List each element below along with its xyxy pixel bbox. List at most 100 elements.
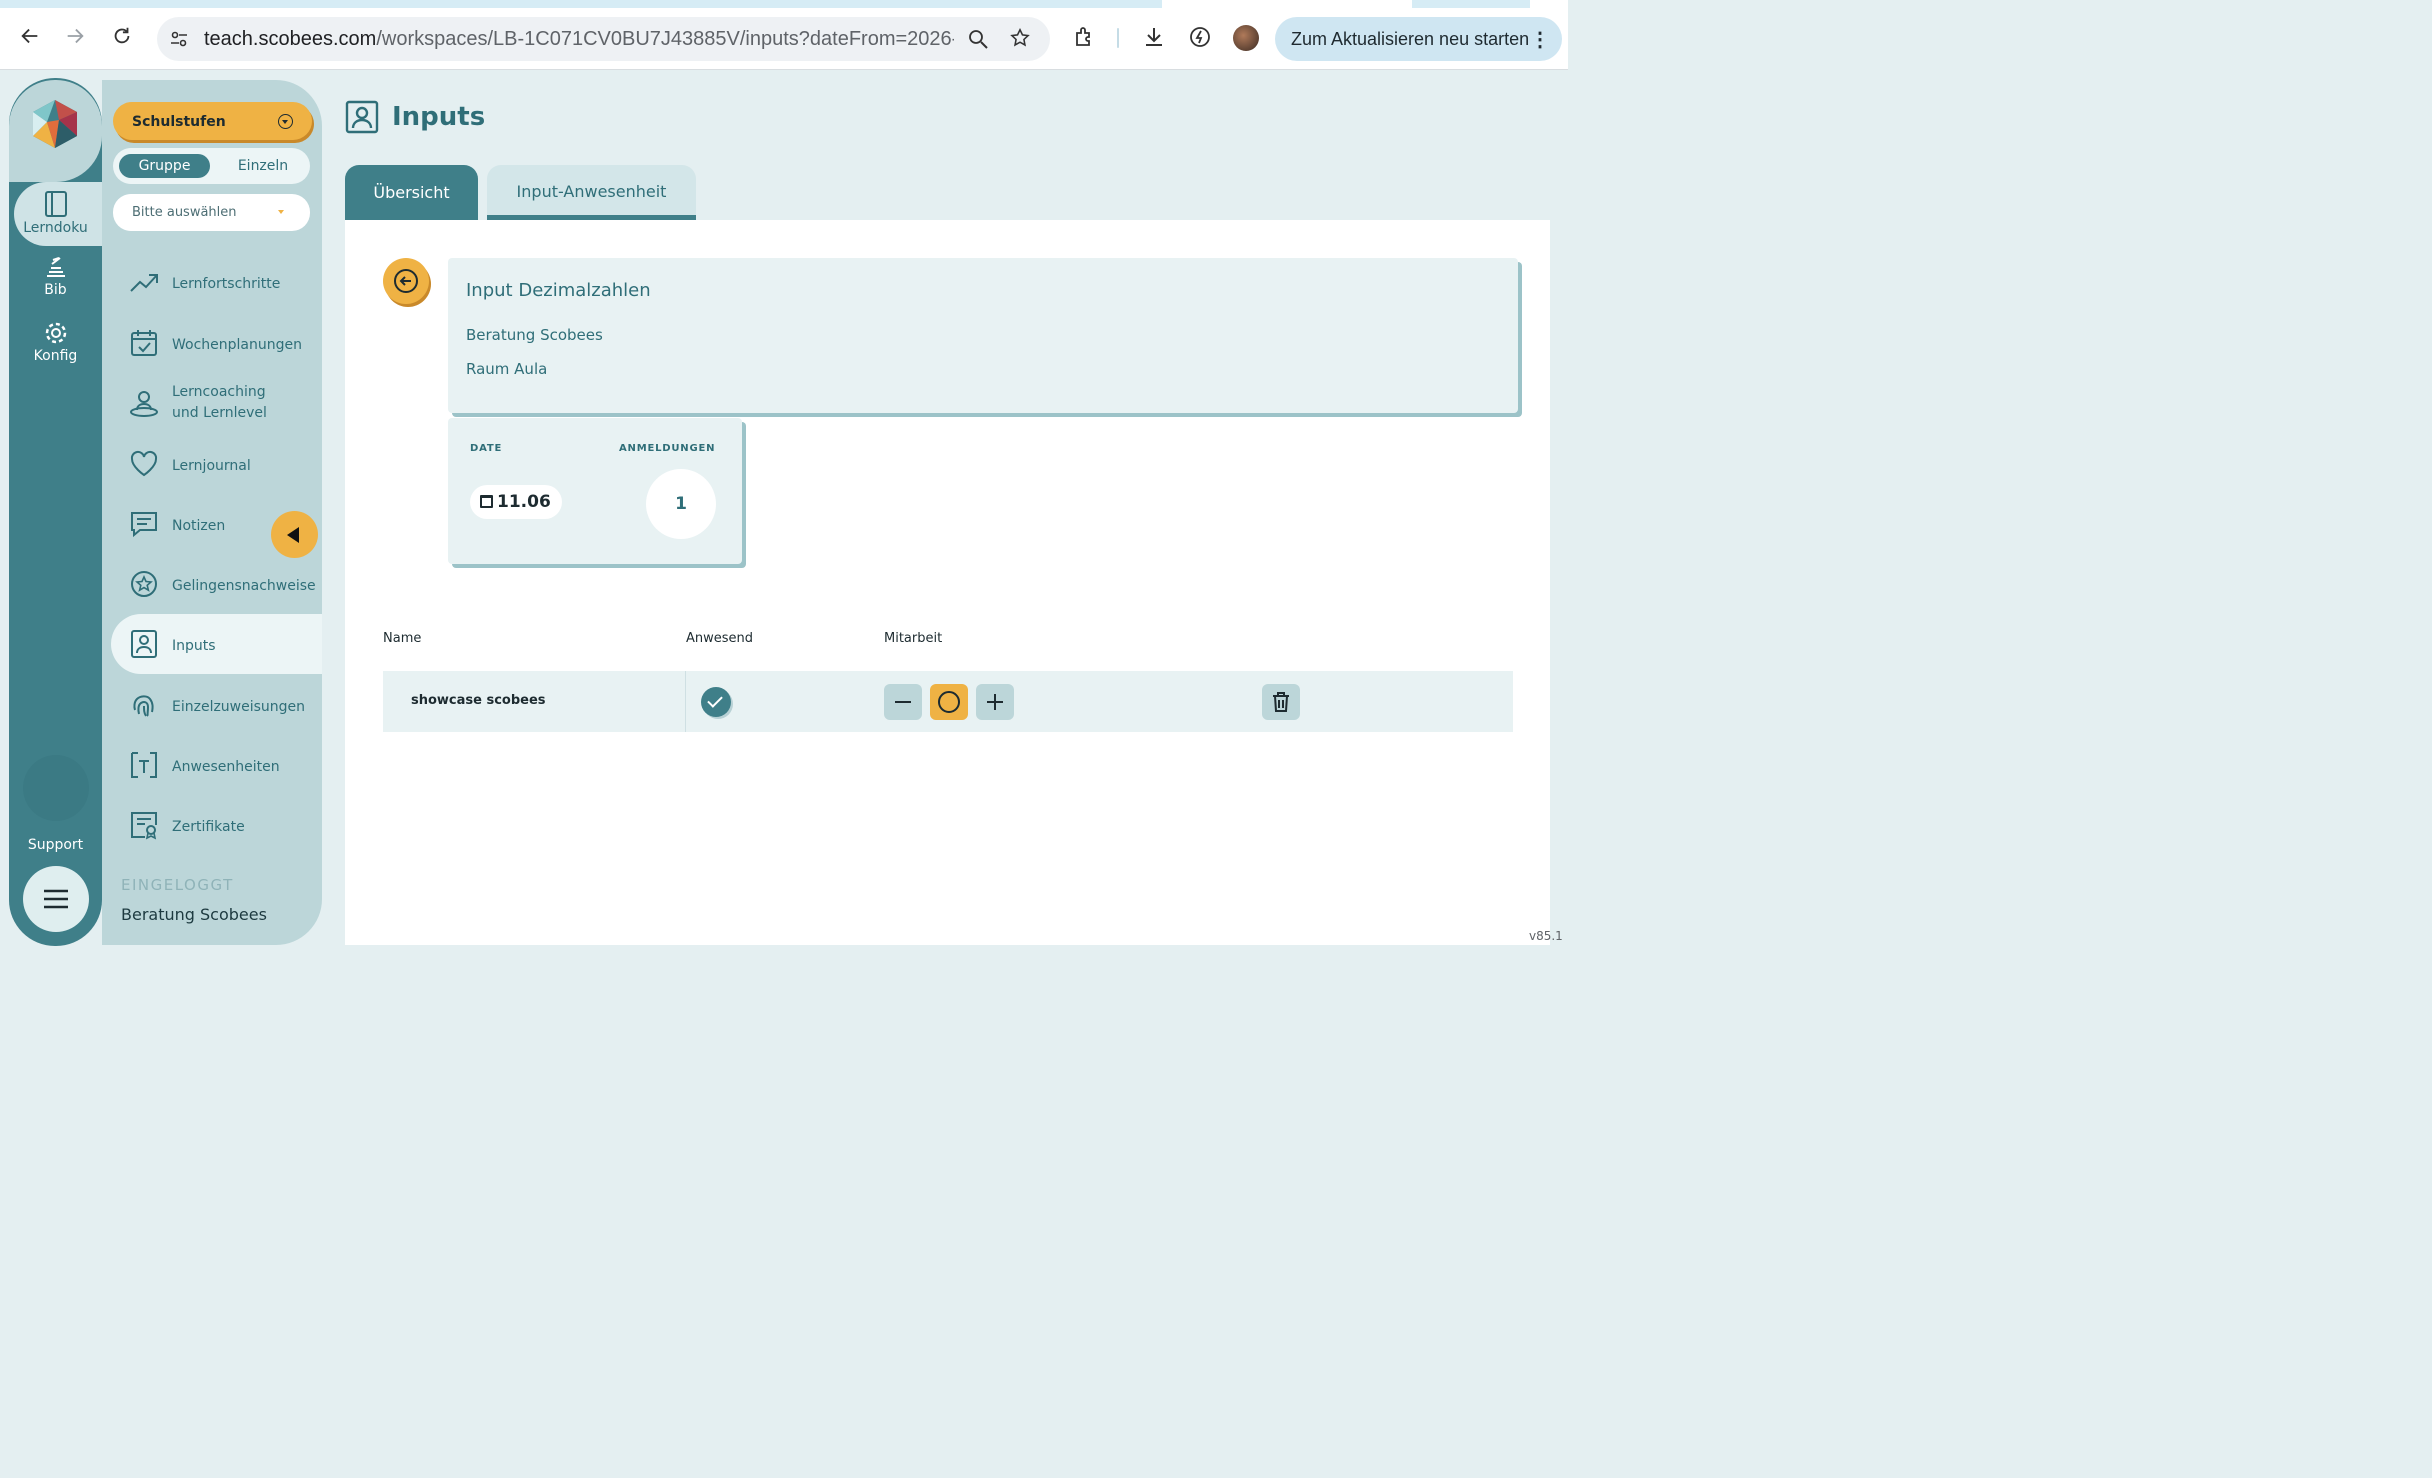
sidebar-item-label: Zertifikate [172, 819, 245, 835]
toggle-group-option[interactable]: Gruppe [119, 154, 210, 178]
date-pill[interactable]: 11.06 [470, 485, 562, 519]
address-bar[interactable]: teach.scobees.com/workspaces/LB-1C071CV0… [157, 17, 1050, 61]
library-icon [46, 257, 65, 277]
profile-avatar[interactable] [1233, 25, 1259, 51]
tab-strip [0, 0, 1568, 8]
sidebar-item-anwesenheiten[interactable]: Anwesenheiten [111, 735, 322, 795]
sidebar-item-einzelzuweisungen[interactable]: Einzelzuweisungen [111, 675, 322, 735]
rail-item-lerndoku[interactable]: Lerndoku [14, 182, 102, 246]
bookmark-star-icon[interactable] [1009, 27, 1031, 49]
support-avatar[interactable] [23, 755, 89, 821]
sidebar-item-label: Gelingensnachweise [172, 578, 316, 594]
minus-icon [895, 701, 911, 703]
version-label: v85.1 [1529, 929, 1563, 943]
performance-icon[interactable] [1188, 25, 1212, 49]
delete-button[interactable] [1262, 684, 1300, 720]
signups-label: ANMELDUNGEN [619, 443, 716, 454]
rail-item-label: Konfig [33, 348, 78, 364]
tab-input-anwesenheit[interactable]: Input-Anwesenheit [487, 165, 696, 220]
input-teacher: Beratung Scobees [466, 326, 603, 344]
group-select[interactable]: Bitte auswählen [113, 194, 310, 231]
heart-icon [130, 450, 158, 477]
attendance-icon [131, 752, 157, 778]
sidebar-item-inputs[interactable]: Inputs [111, 614, 322, 674]
person-card-icon [345, 100, 379, 134]
sidebar-item-label: Einzelzuweisungen [172, 699, 306, 715]
input-stats-card: DATE ANMELDUNGEN 11.06 1 [448, 418, 742, 564]
column-header-mitarbeit: Mitarbeit [884, 631, 943, 646]
calendar-icon [480, 495, 493, 508]
arrow-left-circle-icon [394, 269, 418, 293]
input-title: Input Dezimalzahlen [466, 280, 651, 301]
person-target-icon [130, 391, 158, 417]
input-info-card: Input Dezimalzahlen Beratung Scobees Rau… [448, 258, 1518, 413]
reload-icon[interactable] [108, 22, 136, 50]
sidebar-item-label: Lernfortschritte [172, 276, 281, 292]
tab-uebersicht[interactable]: Übersicht [345, 165, 478, 220]
chevron-down-icon [278, 114, 293, 129]
browser-toolbar: teach.scobees.com/workspaces/LB-1C071CV0… [0, 0, 1568, 70]
rail-item-konfig[interactable]: Konfig [9, 320, 102, 364]
sidebar-item-label: Anwesenheiten [172, 759, 280, 775]
more-vert-icon[interactable]: ⋮ [1530, 27, 1550, 52]
person-card-icon [131, 630, 157, 658]
menu-button[interactable] [23, 866, 89, 932]
rail-item-label: Lerndoku [23, 220, 88, 236]
scobees-logo-icon[interactable] [29, 98, 81, 150]
participation-neutral-button[interactable] [930, 684, 968, 720]
sidebar-item-lerncoaching[interactable]: Lerncoaching und Lernlevel [111, 373, 322, 433]
sidebar-item-wochenplanungen[interactable]: Wochenplanungen [111, 313, 322, 373]
restart-update-label: Zum Aktualisieren neu starten [1291, 28, 1530, 49]
input-room: Raum Aula [466, 360, 548, 378]
toolbar-separator [1117, 28, 1119, 48]
notebook-icon [44, 191, 67, 217]
url-text[interactable]: teach.scobees.com/workspaces/LB-1C071CV0… [204, 28, 954, 51]
calendar-check-icon [131, 330, 157, 356]
zoom-icon[interactable] [967, 28, 989, 50]
fingerprint-icon [133, 695, 154, 717]
present-checkbox[interactable] [701, 687, 731, 717]
sidebar-item-gelingensnachweise[interactable]: Gelingensnachweise [111, 554, 322, 614]
schulstufen-label: Schulstufen [132, 114, 226, 130]
download-icon[interactable] [1142, 25, 1166, 49]
sidebar-item-label: Wochenplanungen [172, 337, 302, 353]
date-label: DATE [470, 443, 503, 454]
restart-update-button[interactable]: Zum Aktualisieren neu starten ⋮ [1275, 17, 1562, 61]
sidebar-item-label: Notizen [172, 518, 226, 534]
sidebar-item-label: Lernjournal [172, 458, 251, 474]
sidebar-item-zertifikate[interactable]: Zertifikate [111, 795, 322, 855]
sidebar-item-label: Inputs [172, 638, 216, 654]
page-title: Inputs [392, 102, 486, 132]
caret-down-icon [278, 210, 284, 214]
table-row: showcase scobees [383, 671, 1513, 732]
sidebar-item-lernjournal[interactable]: Lernjournal [111, 434, 322, 494]
sidebar-item-lernfortschritte[interactable]: Lernfortschritte [111, 252, 322, 312]
plus-icon [987, 694, 1003, 710]
logged-in-label: EINGELOGGT [121, 876, 234, 894]
site-settings-icon[interactable] [169, 29, 189, 49]
logo-bubble [9, 80, 102, 182]
toggle-single-option[interactable]: Einzeln [223, 154, 303, 178]
support-label: Support [27, 837, 84, 853]
sidebar-item-label: Lerncoaching und Lernlevel [172, 384, 267, 421]
rail-item-label: Bib [44, 282, 67, 298]
schulstufen-dropdown[interactable]: Schulstufen [113, 102, 312, 140]
collapse-sidebar-button[interactable] [271, 511, 318, 558]
forward-arrow-icon[interactable] [61, 22, 89, 50]
rail-item-bib[interactable]: Bib [9, 254, 102, 298]
date-value: 11.06 [497, 492, 551, 512]
extensions-icon[interactable] [1073, 25, 1097, 49]
student-name: showcase scobees [411, 693, 546, 708]
column-divider [685, 671, 686, 732]
hamburger-icon [44, 889, 68, 909]
signups-count: 1 [646, 469, 716, 539]
support-link[interactable]: Support [9, 837, 102, 853]
column-header-anwesend: Anwesend [686, 631, 754, 646]
back-arrow-icon[interactable] [16, 22, 44, 50]
participation-plus-button[interactable] [976, 684, 1014, 720]
back-button[interactable] [383, 258, 429, 304]
logged-in-user: Beratung Scobees [121, 905, 267, 924]
participation-minus-button[interactable] [884, 684, 922, 720]
trash-icon [1273, 692, 1289, 712]
group-single-toggle[interactable]: Gruppe Einzeln [113, 148, 310, 184]
